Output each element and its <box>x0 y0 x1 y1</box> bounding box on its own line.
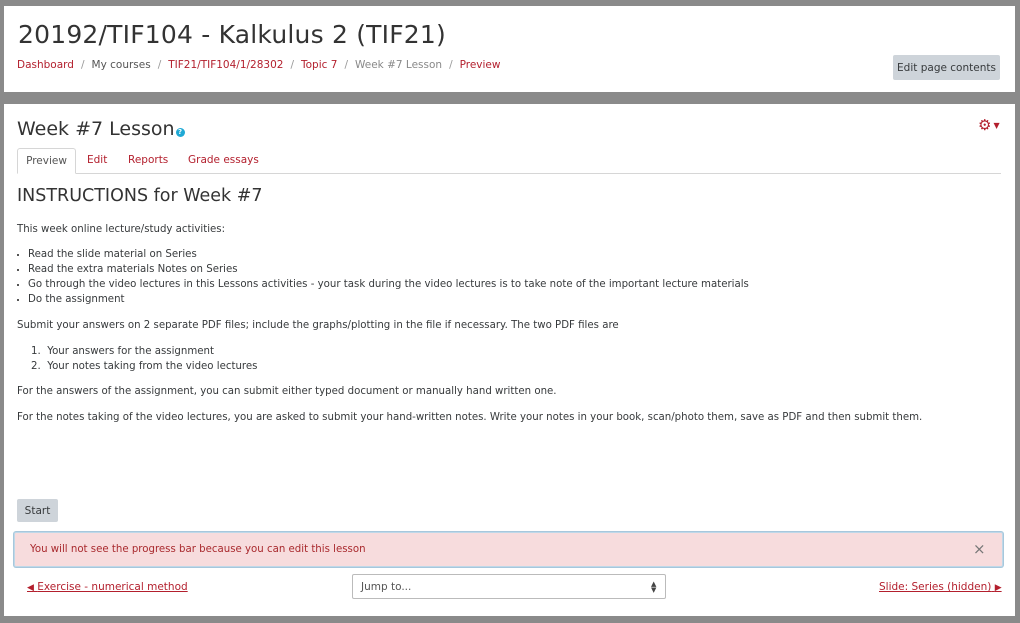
breadcrumb-separator: / <box>449 59 453 71</box>
previous-activity-link[interactable]: ◀ Exercise - numerical method <box>27 581 188 593</box>
next-activity-label: Slide: Series (hidden) <box>879 581 992 593</box>
tab-reports[interactable]: Reports <box>128 148 168 174</box>
lesson-title-text: Week #7 Lesson <box>17 118 175 140</box>
breadcrumb-lesson: Week #7 Lesson <box>354 59 443 71</box>
breadcrumb-separator: / <box>344 59 348 71</box>
breadcrumb-separator: / <box>290 59 294 71</box>
jump-to-value: Jump to... <box>361 581 412 593</box>
previous-activity-label: Exercise - numerical method <box>37 581 188 593</box>
breadcrumb-course[interactable]: TIF21/TIF104/1/28302 <box>168 59 283 71</box>
edit-page-contents-button[interactable]: Edit page contents <box>893 55 1000 80</box>
list-item-text: Your notes taking from the video lecture… <box>47 361 258 372</box>
question-circle-icon[interactable]: ? <box>175 128 185 137</box>
list-item-text: Your answers for the assignment <box>47 346 214 357</box>
list-item-text: Do the assignment <box>28 294 125 305</box>
intro-text: This week online lecture/study activitie… <box>17 224 226 235</box>
breadcrumb-my-courses: My courses <box>91 59 151 71</box>
start-button[interactable]: Start <box>17 499 58 522</box>
breadcrumb: Dashboard / My courses / TIF21/TIF104/1/2830… <box>17 59 500 71</box>
breadcrumb-preview[interactable]: Preview <box>460 59 501 71</box>
tab-preview[interactable]: Preview <box>17 148 76 174</box>
close-icon[interactable]: × <box>973 540 986 558</box>
list-item: 1. Your answers for the assignment <box>31 346 214 357</box>
breadcrumb-dashboard[interactable]: Dashboard <box>17 59 74 71</box>
alert-message: You will not see the progress bar becaus… <box>30 544 366 555</box>
list-item-text: Read the slide material on Series <box>28 249 197 260</box>
submit-instructions: Submit your answers on 2 separate PDF fi… <box>17 320 619 331</box>
list-item: 2. Your notes taking from the video lect… <box>31 361 258 372</box>
lesson-tabs: Preview Edit Reports Grade essays <box>17 148 1001 174</box>
select-arrows-icon: ▲ ▼ <box>651 580 657 594</box>
next-activity-link[interactable]: Slide: Series (hidden) ▶ <box>879 581 1002 593</box>
breadcrumb-topic[interactable]: Topic 7 <box>301 59 337 71</box>
lesson-panel: Week #7 Lesson? ⚙ ▼ Preview Edit Reports … <box>4 104 1015 616</box>
jump-to-select[interactable]: Jump to... ▲ ▼ <box>352 574 666 599</box>
progress-alert: You will not see the progress bar becaus… <box>14 532 1003 567</box>
breadcrumb-separator: / <box>157 59 162 71</box>
list-item-text: Go through the video lectures in this Le… <box>28 279 749 290</box>
settings-menu[interactable]: ⚙ ▼ <box>978 116 1000 134</box>
tab-grade-essays[interactable]: Grade essays <box>188 148 259 174</box>
triangle-right-icon: ▶ <box>994 583 1002 593</box>
list-item-text: Read the extra materials Notes on Series <box>28 264 238 275</box>
gear-icon[interactable]: ⚙ <box>978 116 991 134</box>
notes-note: For the notes taking of the video lectur… <box>17 412 923 423</box>
caret-down-icon: ▼ <box>993 121 1000 130</box>
lesson-title: Week #7 Lesson? <box>17 118 185 140</box>
course-title: 20192/TIF104 - Kalkulus 2 (TIF21) <box>18 20 446 49</box>
answers-note: For the answers of the assignment, you c… <box>17 386 557 397</box>
instructions-heading: INSTRUCTIONS for Week #7 <box>17 186 263 206</box>
tab-edit[interactable]: Edit <box>87 148 107 174</box>
page-header: 20192/TIF104 - Kalkulus 2 (TIF21) Dashbo… <box>4 6 1015 92</box>
breadcrumb-separator: / <box>80 59 85 71</box>
triangle-left-icon: ◀ <box>27 583 34 593</box>
